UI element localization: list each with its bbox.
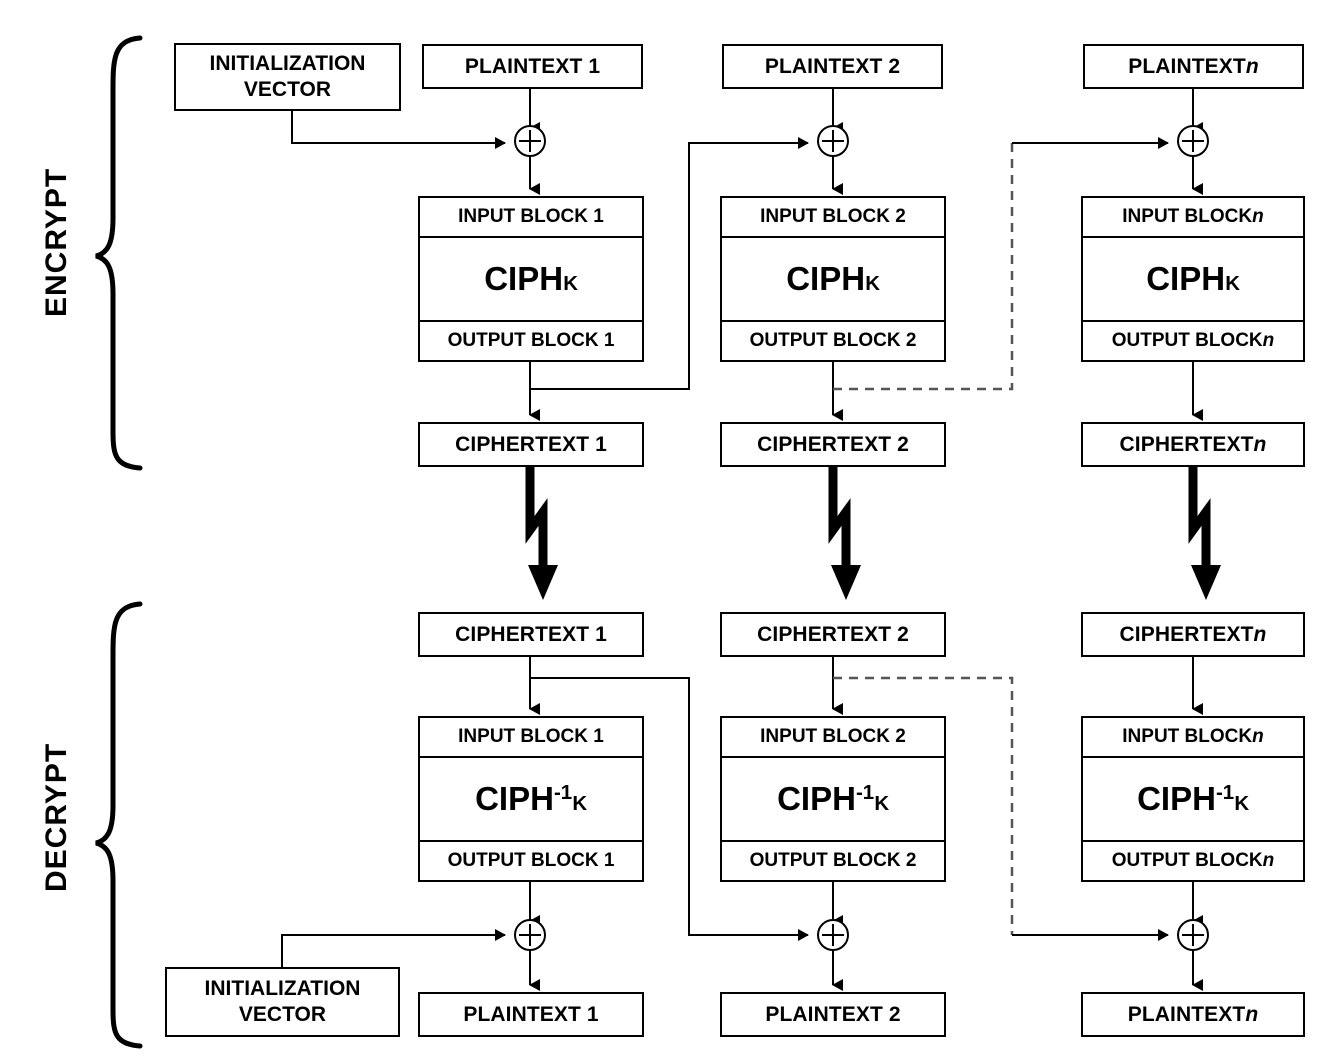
dec-ptn-prefix: PLAINTEXT [1127, 1002, 1246, 1026]
decrypt-ciph-label-1: CIPH -1 K [420, 758, 642, 842]
dec-ciph-text-n: CIPH [1137, 780, 1216, 817]
encrypt-plaintext-n: PLAINTEXT n [1083, 44, 1304, 89]
encrypt-ciph-label-n: CIPH K [1083, 238, 1303, 322]
encrypt-ciphertext-1: CIPHERTEXT 1 [418, 422, 644, 467]
encrypt-ciphertext-n: CIPHERTEXT n [1081, 422, 1305, 467]
decrypt-initialization-vector: INITIALIZATION VECTOR [165, 967, 400, 1037]
enc-ciph-text-2: CIPH [786, 260, 866, 297]
decrypt-ciphertext-1: CIPHERTEXT 1 [418, 612, 644, 657]
decrypt-cipher-unit-1: INPUT BLOCK 1 CIPH -1 K OUTPUT BLOCK 1 [418, 716, 644, 882]
enc-ciph-text-n: CIPH [1146, 260, 1226, 297]
xor-icon-enc-1 [514, 125, 546, 157]
decrypt-output-block-2: OUTPUT BLOCK 2 [749, 850, 917, 871]
wire-dec-iv-to-xor1 [281, 929, 506, 967]
dec-iv-line2: VECTOR [238, 1003, 327, 1026]
dec-ctn-index: n [1253, 622, 1267, 646]
decrypt-plaintext-n: PLAINTEXT n [1081, 992, 1305, 1037]
encrypt-output-block-2: OUTPUT BLOCK 2 [749, 330, 917, 351]
encrypt-plaintext-1: PLAINTEXT 1 [422, 44, 643, 89]
dec-ciph-sub-2: K [874, 792, 890, 816]
enc-ciph-sub-1: K [563, 272, 578, 296]
decrypt-cipher-unit-n: INPUT BLOCK n CIPH -1 K OUTPUT BLOCK n [1081, 716, 1305, 882]
dec-iv-line1: INITIALIZATION [204, 977, 361, 1001]
decrypt-ciph-label-n: CIPH -1 K [1083, 758, 1303, 842]
encrypt-output-block-1: OUTPUT BLOCK 1 [447, 330, 615, 351]
decrypt-ciphertext-n: CIPHERTEXT n [1081, 612, 1305, 657]
encrypt-ciphertext-2: CIPHERTEXT 2 [720, 422, 946, 467]
decrypt-plaintext-1: PLAINTEXT 1 [418, 992, 644, 1037]
xor-icon-enc-n [1177, 125, 1209, 157]
enc-ptn-prefix: PLAINTEXT [1128, 54, 1246, 78]
decrypt-ciph-label-2: CIPH -1 K [722, 758, 944, 842]
encrypt-input-block-n: INPUT BLOCK n [1083, 198, 1303, 238]
xor-icon-dec-n [1177, 919, 1209, 951]
dec-ciph-sup-n: -1 [1215, 780, 1235, 804]
dec-ciph-sup-2: -1 [855, 780, 875, 804]
decrypt-plaintext-2: PLAINTEXT 2 [720, 992, 946, 1037]
enc-ptn-index: n [1245, 54, 1259, 78]
encrypt-cipher-unit-1: INPUT BLOCK 1 CIPH K OUTPUT BLOCK 1 [418, 196, 644, 362]
encrypt-input-block-2: INPUT BLOCK 2 [722, 198, 944, 238]
connector-layer [95, 35, 1221, 1049]
brace-decrypt-icon [95, 601, 143, 1049]
dec-ctn-prefix: CIPHERTEXT [1119, 622, 1254, 646]
encrypt-input-block-1: INPUT BLOCK 1 [420, 198, 642, 238]
dec-ptn-index: n [1245, 1002, 1259, 1026]
decrypt-cipher-unit-2: INPUT BLOCK 2 CIPH -1 K OUTPUT BLOCK 2 [720, 716, 946, 882]
enc-ciph-sub-n: K [1225, 272, 1240, 296]
encrypt-plaintext-2: PLAINTEXT 2 [722, 44, 943, 89]
enc-ctn-prefix: CIPHERTEXT [1119, 432, 1254, 456]
enc-inn-prefix: INPUT BLOCK [1122, 206, 1253, 227]
dec-ciph-text-2: CIPH [777, 780, 856, 817]
xor-icon-dec-1 [514, 919, 546, 951]
enc-ciph-sub-2: K [865, 272, 880, 296]
enc-iv-line2: VECTOR [243, 78, 332, 101]
decrypt-output-block-n: OUTPUT BLOCK n [1083, 842, 1303, 880]
cbc-mode-diagram: ENCRYPT DECRYPT INITIALIZATION VECTOR PL… [0, 0, 1333, 1059]
dec-ciph-sub-n: K [1234, 792, 1250, 816]
decrypt-input-block-n: INPUT BLOCK n [1083, 718, 1303, 758]
enc-inn-index: n [1252, 206, 1264, 227]
brace-encrypt-icon [95, 35, 143, 471]
section-label-decrypt: DECRYPT [40, 742, 73, 892]
xor-icon-enc-2 [817, 125, 849, 157]
wire-enc-iv-to-xor1 [291, 110, 506, 149]
channel-arrow-coln [1188, 467, 1221, 600]
dec-outn-prefix: OUTPUT BLOCK [1111, 850, 1263, 871]
enc-iv-line1: INITIALIZATION [209, 52, 366, 76]
xor-icon-dec-2 [817, 919, 849, 951]
encrypt-ciph-label-1: CIPH K [420, 238, 642, 322]
enc-outn-prefix: OUTPUT BLOCK [1111, 330, 1263, 351]
decrypt-input-block-1: INPUT BLOCK 1 [420, 718, 642, 758]
encrypt-ciph-label-2: CIPH K [722, 238, 944, 322]
decrypt-ciphertext-2: CIPHERTEXT 2 [720, 612, 946, 657]
section-label-encrypt: ENCRYPT [40, 167, 73, 317]
dec-outn-index: n [1262, 850, 1275, 871]
encrypt-cipher-unit-n: INPUT BLOCK n CIPH K OUTPUT BLOCK n [1081, 196, 1305, 362]
enc-ctn-index: n [1253, 432, 1267, 456]
dec-inn-index: n [1252, 726, 1264, 747]
dec-ciph-sup-1: -1 [553, 780, 573, 804]
dec-ciph-text-1: CIPH [475, 780, 554, 817]
encrypt-output-block-n: OUTPUT BLOCK n [1083, 322, 1303, 360]
decrypt-input-block-2: INPUT BLOCK 2 [722, 718, 944, 758]
encrypt-cipher-unit-2: INPUT BLOCK 2 CIPH K OUTPUT BLOCK 2 [720, 196, 946, 362]
dec-inn-prefix: INPUT BLOCK [1122, 726, 1253, 747]
channel-arrow-col2 [828, 467, 861, 600]
enc-outn-index: n [1262, 330, 1275, 351]
decrypt-output-block-1: OUTPUT BLOCK 1 [447, 850, 615, 871]
channel-arrow-col1 [525, 467, 558, 600]
dec-ciph-sub-1: K [572, 792, 588, 816]
enc-ciph-text-1: CIPH [484, 260, 564, 297]
encrypt-initialization-vector: INITIALIZATION VECTOR [174, 43, 401, 111]
